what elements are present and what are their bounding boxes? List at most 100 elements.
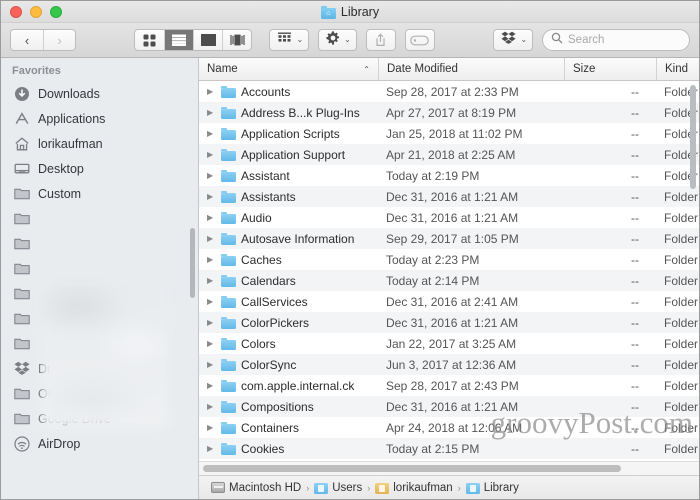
sidebar-item-downloads[interactable]: Downloads xyxy=(1,81,198,106)
chevron-down-icon: ⌄ xyxy=(344,35,351,44)
sidebar-item-label: Applications xyxy=(38,111,106,126)
toolbar: ‹ › ⌄ ⌄ ⌄ Search xyxy=(1,23,699,58)
disclosure-triangle-icon[interactable]: ▶ xyxy=(207,381,216,390)
table-row[interactable]: ▶ Compositions Dec 31, 2016 at 1:21 AM -- Fo… xyxy=(199,396,699,417)
disclosure-triangle-icon[interactable]: ▶ xyxy=(207,402,216,411)
table-row[interactable]: ▶ Audio Dec 31, 2016 at 1:21 AM -- Folder xyxy=(199,207,699,228)
sidebar-item-redacted[interactable] xyxy=(1,206,198,231)
table-row[interactable]: ▶ Assistants Dec 31, 2016 at 1:21 AM -- Fold… xyxy=(199,186,699,207)
arrange-button[interactable]: ⌄ xyxy=(269,29,310,51)
sidebar-item-custom[interactable]: Custom xyxy=(1,181,198,206)
table-row[interactable]: ▶ Cookies Today at 2:15 PM -- Folder xyxy=(199,438,699,459)
disclosure-triangle-icon[interactable]: ▶ xyxy=(207,213,216,222)
table-row[interactable]: ▶ Colors Jan 22, 2017 at 3:25 AM -- Folder xyxy=(199,333,699,354)
disclosure-triangle-icon[interactable]: ▶ xyxy=(207,318,216,327)
sidebar-item-airdrop[interactable]: AirDrop xyxy=(1,431,198,456)
column-header-date-modified[interactable]: Date Modified xyxy=(378,58,564,80)
disclosure-triangle-icon[interactable]: ▶ xyxy=(207,87,216,96)
disclosure-triangle-icon[interactable]: ▶ xyxy=(207,339,216,348)
table-row[interactable]: ▶ Assistant Today at 2:19 PM -- Folder xyxy=(199,165,699,186)
file-size: -- xyxy=(631,189,639,204)
file-date: Dec 31, 2016 at 1:21 AM xyxy=(378,459,564,461)
sidebar-item-redacted[interactable] xyxy=(1,306,198,331)
file-rows: ▶ Accounts Sep 28, 2017 at 2:33 PM -- Folder… xyxy=(199,81,699,461)
column-view-button[interactable] xyxy=(193,30,222,50)
breadcrumb-library[interactable]: Library xyxy=(465,482,519,494)
sidebar-scrollbar[interactable] xyxy=(190,228,195,298)
sidebar-item-redacted[interactable] xyxy=(1,231,198,256)
table-row[interactable]: ▶ Accounts Sep 28, 2017 at 2:33 PM -- Folder xyxy=(199,81,699,102)
table-row[interactable]: ▶ Autosave Information Sep 29, 2017 at 1:0… xyxy=(199,228,699,249)
table-row[interactable]: ▶ CallServices Dec 31, 2016 at 2:41 AM -- Fo… xyxy=(199,291,699,312)
file-date: Dec 31, 2016 at 1:21 AM xyxy=(386,315,519,330)
vertical-scrollbar[interactable] xyxy=(690,85,696,189)
icon-view-button[interactable] xyxy=(135,30,164,50)
sidebar-item-onedrive[interactable]: OneDrive xyxy=(1,381,198,406)
disclosure-triangle-icon[interactable]: ▶ xyxy=(207,108,216,117)
share-button[interactable] xyxy=(365,29,396,51)
sidebar-item-desktop[interactable]: Desktop xyxy=(1,156,198,181)
file-name: Calendars xyxy=(241,273,296,288)
file-kind: Folder xyxy=(664,441,699,456)
column-header-name[interactable]: Name ⌃ xyxy=(199,58,378,80)
file-size: -- xyxy=(631,105,639,120)
disclosure-triangle-icon[interactable]: ▶ xyxy=(207,360,216,369)
table-row[interactable]: ▶ Application Support Apr 21, 2018 at 2:25… xyxy=(199,144,699,165)
table-row[interactable]: ▶ Caches Today at 2:23 PM -- Folder xyxy=(199,249,699,270)
breadcrumb-macintosh-hd[interactable]: Macintosh HD xyxy=(211,482,301,494)
home-folder-icon xyxy=(375,482,390,494)
forward-button[interactable]: › xyxy=(42,30,75,50)
disclosure-triangle-icon[interactable]: ▶ xyxy=(207,150,216,159)
disclosure-triangle-icon[interactable]: ▶ xyxy=(207,171,216,180)
disclosure-triangle-icon[interactable]: ▶ xyxy=(207,297,216,306)
folder-icon xyxy=(14,186,31,202)
breadcrumb-users[interactable]: Users xyxy=(314,482,362,494)
horizontal-scrollbar-thumb[interactable] xyxy=(203,465,621,472)
table-row[interactable]: ▶ com.apple.internal.ck Sep 28, 2017 at 2:… xyxy=(199,375,699,396)
disclosure-triangle-icon[interactable]: ▶ xyxy=(207,255,216,264)
sidebar-item-redacted[interactable] xyxy=(1,281,198,306)
disclosure-triangle-icon[interactable]: ▶ xyxy=(207,276,216,285)
hard-drive-icon xyxy=(211,482,225,493)
horizontal-scrollbar[interactable] xyxy=(199,461,699,475)
file-name: Cookies xyxy=(241,441,285,456)
table-row[interactable]: ▶ Containers Apr 24, 2018 at 12:06 AM -- Fol… xyxy=(199,417,699,438)
breadcrumb-lorikaufman[interactable]: lorikaufman xyxy=(375,482,453,494)
gallery-view-button[interactable] xyxy=(222,30,251,50)
file-date: Apr 27, 2017 at 8:19 PM xyxy=(386,105,517,120)
disclosure-triangle-icon[interactable]: ▶ xyxy=(207,423,216,432)
sidebar-item-redacted[interactable] xyxy=(1,331,198,356)
table-row[interactable]: ▶ Calendars Today at 2:14 PM -- Folder xyxy=(199,270,699,291)
column-header-kind[interactable]: Kind xyxy=(656,58,699,80)
file-kind: Folder xyxy=(656,459,699,461)
action-button[interactable]: ⌄ xyxy=(318,29,357,51)
file-name: Application Scripts xyxy=(241,126,340,141)
disclosure-triangle-icon[interactable]: ▶ xyxy=(207,444,216,453)
sidebar-item-google-drive[interactable]: Google Drive xyxy=(1,406,198,431)
sidebar-item-dropbox[interactable]: Dropbox xyxy=(1,356,198,381)
back-button[interactable]: ‹ xyxy=(11,30,43,50)
list-view-button[interactable] xyxy=(164,30,194,50)
sidebar-item-lorikaufman[interactable]: lorikaufman xyxy=(1,131,198,156)
table-row[interactable]: ▶CoreDataDec 31, 2016 at 1:21 AM--Folder xyxy=(199,459,699,461)
file-size: -- xyxy=(631,294,639,309)
file-name: Assistants xyxy=(241,189,296,204)
disclosure-triangle-icon[interactable]: ▶ xyxy=(207,234,216,243)
column-header-size[interactable]: Size xyxy=(564,58,656,80)
dropbox-button[interactable]: ⌄ xyxy=(493,29,534,51)
sidebar-item-redacted[interactable] xyxy=(1,256,198,281)
gear-icon xyxy=(326,30,340,50)
table-row[interactable]: ▶ ColorPickers Dec 31, 2016 at 1:21 AM -- Fo… xyxy=(199,312,699,333)
table-row[interactable]: ▶ ColorSync Jun 3, 2017 at 12:36 AM -- Folde… xyxy=(199,354,699,375)
disclosure-triangle-icon[interactable]: ▶ xyxy=(207,129,216,138)
disclosure-triangle-icon[interactable]: ▶ xyxy=(207,192,216,201)
table-row[interactable]: ▶ Address B...k Plug-Ins Apr 27, 2017 at 8… xyxy=(199,102,699,123)
tag-button[interactable] xyxy=(404,29,435,51)
sidebar-item-applications[interactable]: Applications xyxy=(1,106,198,131)
table-row[interactable]: ▶ Application Scripts Jan 25, 2018 at 11:0… xyxy=(199,123,699,144)
folder-icon xyxy=(221,358,236,371)
file-size: -- xyxy=(631,336,639,351)
sidebar-item-label: Downloads xyxy=(38,86,100,101)
search-field[interactable]: Search xyxy=(542,29,691,51)
file-kind: Folder xyxy=(664,189,699,204)
